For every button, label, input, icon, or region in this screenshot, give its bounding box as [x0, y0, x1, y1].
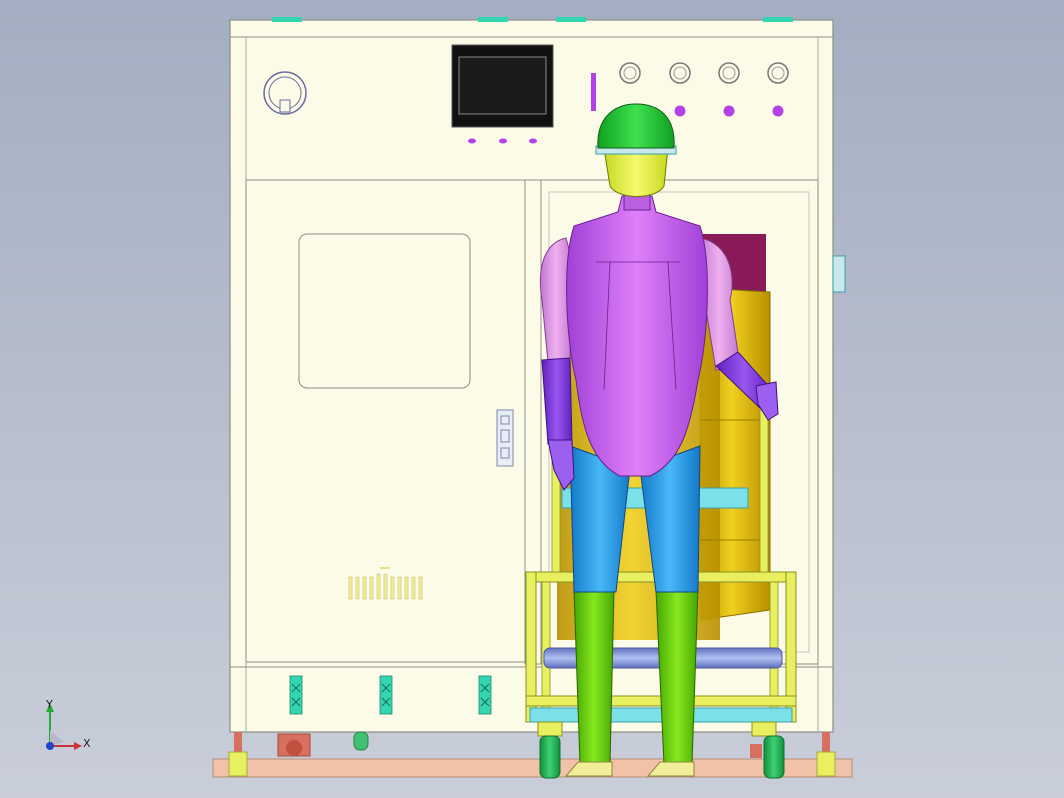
viewing-window	[298, 233, 471, 389]
face	[603, 147, 669, 197]
touch-screen[interactable]	[451, 44, 554, 128]
base-plate	[212, 758, 853, 778]
cad-front-view	[46, 17, 853, 779]
indicator-light	[529, 138, 537, 144]
right-lower-leg	[655, 589, 699, 765]
top-lug	[478, 17, 508, 22]
vent-grille-icon	[379, 675, 393, 715]
caster-wheel	[277, 733, 311, 757]
indicator-light	[468, 138, 476, 144]
knob-icon[interactable]	[263, 71, 307, 115]
top-lug	[556, 17, 586, 22]
side-hinge	[832, 255, 846, 293]
leveling-foot	[816, 732, 836, 777]
leveling-foot	[228, 732, 248, 777]
left-door[interactable]	[245, 179, 526, 663]
status-bar-indicator	[591, 73, 596, 111]
indicator-light	[499, 138, 507, 144]
y-axis-label: Y	[46, 698, 53, 711]
vent-grille-icon	[478, 675, 492, 715]
door-handle[interactable]	[496, 409, 514, 467]
left-lower-leg	[573, 589, 615, 765]
top-lug	[272, 17, 302, 22]
round-button-icon[interactable]	[669, 62, 691, 84]
round-button-icon[interactable]	[718, 62, 740, 84]
cart-wheel	[537, 721, 563, 779]
top-lug	[763, 17, 793, 22]
x-axis-label: X	[83, 737, 91, 750]
indicator-light	[674, 105, 686, 117]
round-button-icon[interactable]	[619, 62, 641, 84]
indicator-light	[772, 105, 784, 117]
vent-grille-icon	[289, 675, 303, 715]
indicator-light	[723, 105, 735, 117]
caster-wheel	[353, 731, 369, 751]
round-button-icon[interactable]	[767, 62, 789, 84]
